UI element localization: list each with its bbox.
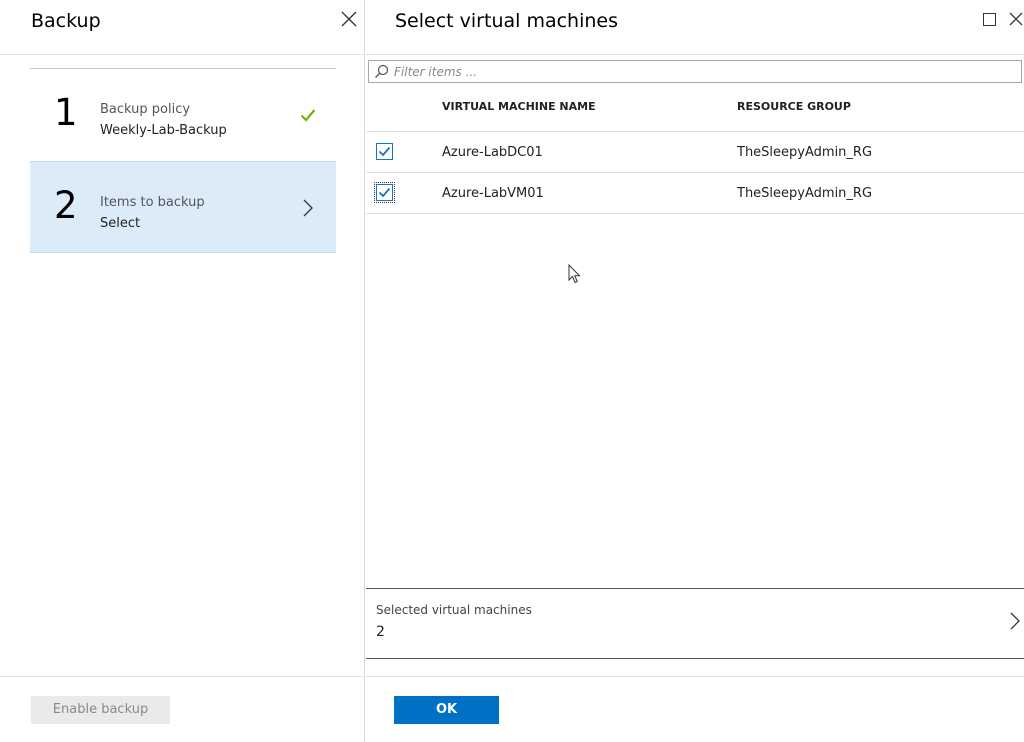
filter-box[interactable] — [368, 60, 1022, 83]
resource-group-cell: TheSleepyAdmin_RG — [737, 186, 873, 201]
step-value: Select — [100, 216, 141, 231]
step-value: Weekly-Lab-Backup — [100, 123, 227, 138]
column-header-resource-group[interactable]: RESOURCE GROUP — [737, 100, 851, 113]
table-row[interactable]: Azure-LabDC01 TheSleepyAdmin_RG — [366, 132, 1024, 173]
ok-button[interactable]: OK — [394, 696, 499, 724]
vm-name-cell: Azure-LabDC01 — [442, 145, 543, 160]
column-header-vm-name[interactable]: VIRTUAL MACHINE NAME — [442, 100, 596, 113]
filter-input[interactable] — [394, 62, 1014, 81]
select-vm-blade: Select virtual machines VIRTUAL MACHINE … — [366, 0, 1024, 742]
close-icon[interactable] — [338, 8, 360, 30]
backup-blade-header: Backup — [0, 0, 365, 55]
step-number: 1 — [54, 91, 78, 134]
select-vm-blade-header: Select virtual machines — [366, 0, 1024, 55]
chevron-right-icon[interactable] — [1009, 611, 1021, 631]
checkbox-checked-icon[interactable] — [374, 182, 395, 203]
backup-blade-title: Backup — [31, 10, 101, 32]
vm-grid-header: VIRTUAL MACHINE NAME RESOURCE GROUP — [366, 85, 1024, 132]
check-icon — [300, 107, 316, 122]
mouse-cursor-icon — [568, 263, 582, 284]
maximize-icon[interactable] — [983, 13, 996, 26]
vm-name-cell: Azure-LabVM01 — [442, 186, 544, 201]
search-icon — [374, 64, 389, 79]
close-icon[interactable] — [1006, 9, 1024, 29]
step-items-to-backup[interactable]: 2 Items to backup Select — [30, 161, 336, 253]
select-vm-blade-footer: OK — [366, 676, 1024, 742]
step-label: Items to backup — [100, 195, 205, 210]
enable-backup-button[interactable]: Enable backup — [31, 696, 170, 724]
selected-vms-count: 2 — [376, 624, 385, 640]
step-label: Backup policy — [100, 102, 191, 117]
selected-vms-label: Selected virtual machines — [376, 603, 532, 617]
select-vm-blade-title: Select virtual machines — [395, 10, 618, 32]
selected-vms-summary[interactable]: Selected virtual machines 2 — [366, 588, 1024, 659]
chevron-right-icon[interactable] — [302, 198, 314, 218]
resource-group-cell: TheSleepyAdmin_RG — [737, 145, 873, 160]
step-backup-policy[interactable]: 1 Backup policy Weekly-Lab-Backup — [30, 69, 336, 161]
backup-blade-footer: Enable backup — [0, 676, 365, 742]
step-number: 2 — [54, 184, 78, 227]
checkbox-checked-icon[interactable] — [376, 143, 393, 160]
table-row[interactable]: Azure-LabVM01 TheSleepyAdmin_RG — [366, 173, 1024, 214]
backup-blade: Backup 1 Backup policy Weekly-Lab-Backup… — [0, 0, 365, 742]
